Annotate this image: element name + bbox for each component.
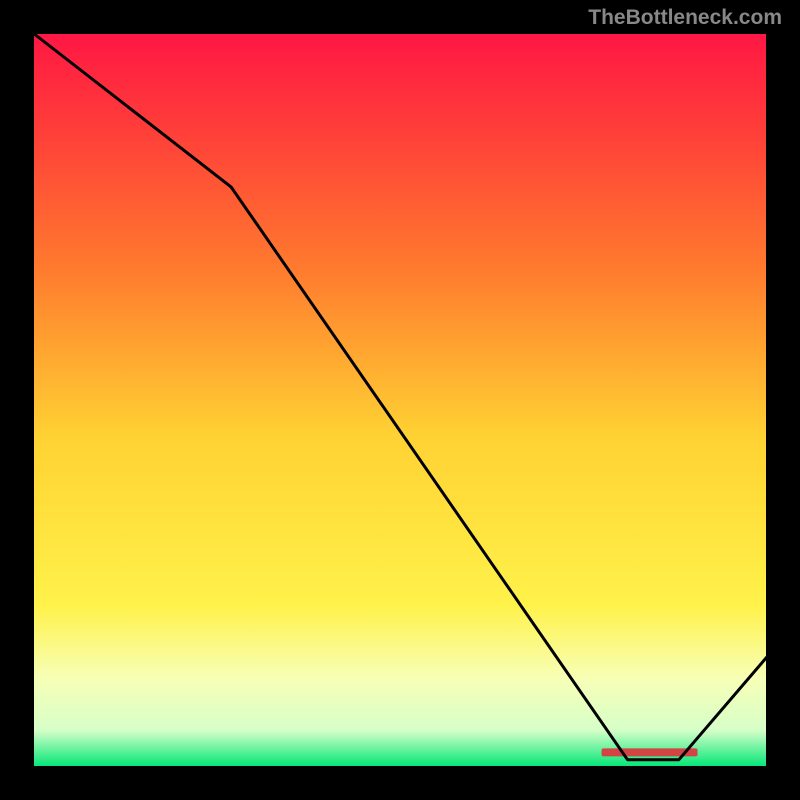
chart-svg [0, 0, 800, 800]
bottleneck-chart: TheBottleneck.com [0, 0, 800, 800]
plot-background [33, 33, 767, 767]
